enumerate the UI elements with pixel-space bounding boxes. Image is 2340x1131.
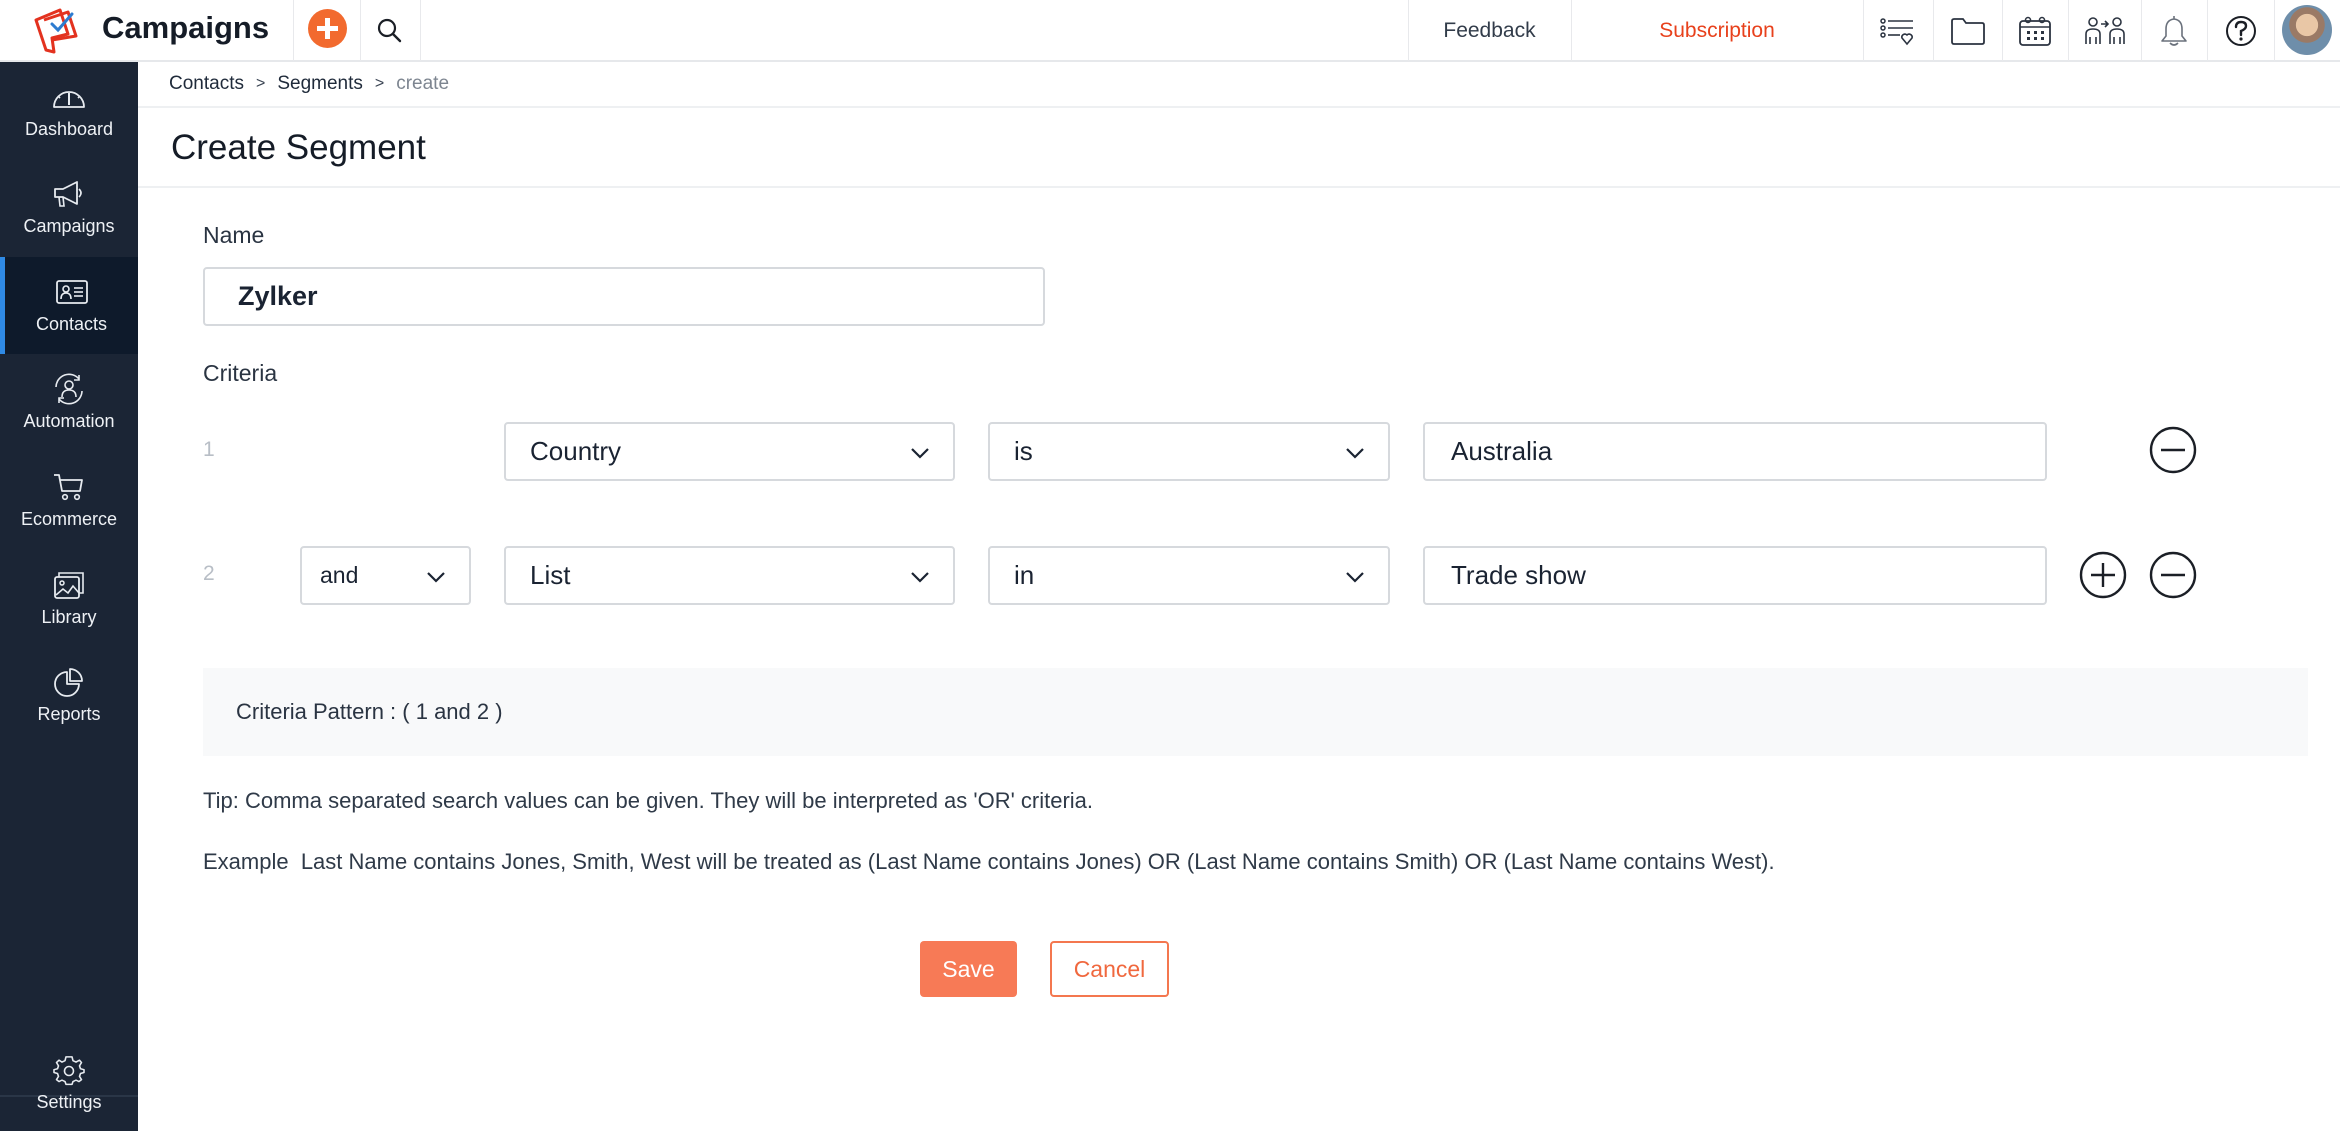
contact-card-icon xyxy=(55,280,88,304)
criteria-label: Criteria xyxy=(203,360,278,386)
automation-icon xyxy=(55,373,83,405)
sidebar-item-label: Ecommerce xyxy=(20,509,118,529)
header-divider xyxy=(360,0,361,61)
sidebar-item-label: Contacts xyxy=(35,314,108,334)
criteria-1-operator-select[interactable]: is xyxy=(988,422,1390,481)
name-label: Name xyxy=(203,222,265,248)
chevron-right-icon: > xyxy=(255,75,266,92)
sidebar: Dashboard Campaigns Contacts Automation xyxy=(0,62,138,1131)
chevron-down-icon xyxy=(1346,448,1364,459)
criteria-row-number: 2 xyxy=(203,562,215,585)
calendar-button[interactable] xyxy=(2002,0,2068,61)
criteria-1-value-input[interactable] xyxy=(1423,422,2047,481)
campaigns-logo-icon xyxy=(34,8,78,54)
cart-icon xyxy=(54,474,83,501)
sidebar-item-label: Dashboard xyxy=(24,119,114,139)
chevron-right-icon: > xyxy=(374,75,385,92)
contact-transfer-icon xyxy=(2084,16,2125,44)
megaphone-icon xyxy=(54,181,82,207)
sidebar-item-reports[interactable]: Reports xyxy=(0,647,138,744)
sidebar-item-label: Reports xyxy=(37,704,101,724)
sidebar-item-library[interactable]: Library xyxy=(0,550,138,647)
sidebar-item-settings[interactable]: Settings xyxy=(0,1036,138,1131)
chevron-down-icon xyxy=(911,448,929,459)
top-header: Campaigns Feedback Subscription xyxy=(0,0,2340,62)
remove-criteria-icon[interactable] xyxy=(2149,551,2197,599)
save-button[interactable]: Save xyxy=(920,941,1017,997)
sidebar-item-campaigns[interactable]: Campaigns xyxy=(0,159,138,256)
chevron-down-icon xyxy=(1346,572,1364,583)
add-button[interactable] xyxy=(308,9,347,48)
contact-transfer-button[interactable] xyxy=(2068,0,2141,61)
help-icon xyxy=(2225,15,2256,46)
page-title: Create Segment xyxy=(171,128,426,167)
select-value: in xyxy=(1014,560,1035,590)
criteria-1-field-select[interactable]: Country xyxy=(504,422,955,481)
breadcrumb-segments[interactable]: Segments xyxy=(277,73,363,95)
subscription-link[interactable]: Subscription xyxy=(1571,0,1863,61)
signup-forms-button[interactable] xyxy=(1863,0,1933,61)
select-value: List xyxy=(530,560,571,590)
notifications-button[interactable] xyxy=(2141,0,2207,61)
header-divider xyxy=(2274,0,2275,61)
criteria-pattern: Criteria Pattern : ( 1 and 2 ) xyxy=(203,668,2308,756)
app-title: Campaigns xyxy=(102,10,270,45)
gear-icon xyxy=(53,1056,85,1086)
sidebar-item-contacts[interactable]: Contacts xyxy=(0,257,138,354)
sidebar-item-ecommerce[interactable]: Ecommerce xyxy=(0,452,138,549)
name-input[interactable] xyxy=(203,267,1045,326)
criteria-2-operator-select[interactable]: in xyxy=(988,546,1390,605)
criteria-row-number: 1 xyxy=(203,438,215,461)
breadcrumb: Contacts > Segments > create xyxy=(138,62,2340,108)
breadcrumb-contacts[interactable]: Contacts xyxy=(169,73,244,95)
feedback-link[interactable]: Feedback xyxy=(1408,0,1571,61)
criteria-2-connector-select[interactable]: and xyxy=(300,546,471,605)
bell-icon xyxy=(2161,15,2187,46)
sidebar-item-dashboard[interactable]: Dashboard xyxy=(0,62,138,159)
title-bar: Create Segment xyxy=(138,108,2340,188)
chevron-down-icon xyxy=(427,572,445,583)
criteria-pattern-text: Criteria Pattern : ( 1 and 2 ) xyxy=(236,699,503,724)
folder-icon xyxy=(1950,17,1985,45)
criteria-2-field-select[interactable]: List xyxy=(504,546,955,605)
calendar-icon xyxy=(2019,16,2051,46)
sidebar-item-label: Automation xyxy=(23,411,115,431)
image-library-icon xyxy=(54,572,84,599)
sidebar-item-label: Library xyxy=(41,607,97,627)
header-divider xyxy=(293,0,294,61)
chevron-down-icon xyxy=(911,572,929,583)
sidebar-item-label: Campaigns xyxy=(23,216,115,236)
search-icon[interactable] xyxy=(375,16,405,46)
sidebar-item-automation[interactable]: Automation xyxy=(0,354,138,451)
remove-criteria-icon[interactable] xyxy=(2149,426,2197,474)
help-button[interactable] xyxy=(2207,0,2274,61)
select-value: and xyxy=(320,562,359,588)
signup-forms-icon xyxy=(1880,17,1913,45)
select-value: Country xyxy=(530,436,622,466)
folder-button[interactable] xyxy=(1933,0,2002,61)
select-value: is xyxy=(1014,436,1033,466)
pie-chart-icon xyxy=(54,668,83,697)
criteria-2-value-input[interactable] xyxy=(1423,546,2047,605)
example-text: Example Last Name contains Jones, Smith,… xyxy=(203,849,1775,874)
breadcrumb-current: create xyxy=(396,73,450,94)
header-divider xyxy=(420,0,421,61)
avatar[interactable] xyxy=(2282,5,2332,55)
dashboard-icon xyxy=(53,91,85,108)
tip-text: Tip: Comma separated search values can b… xyxy=(203,788,1094,813)
cancel-button[interactable]: Cancel xyxy=(1050,941,1169,997)
sidebar-item-label: Settings xyxy=(36,1092,102,1112)
add-criteria-icon[interactable] xyxy=(2079,551,2127,599)
